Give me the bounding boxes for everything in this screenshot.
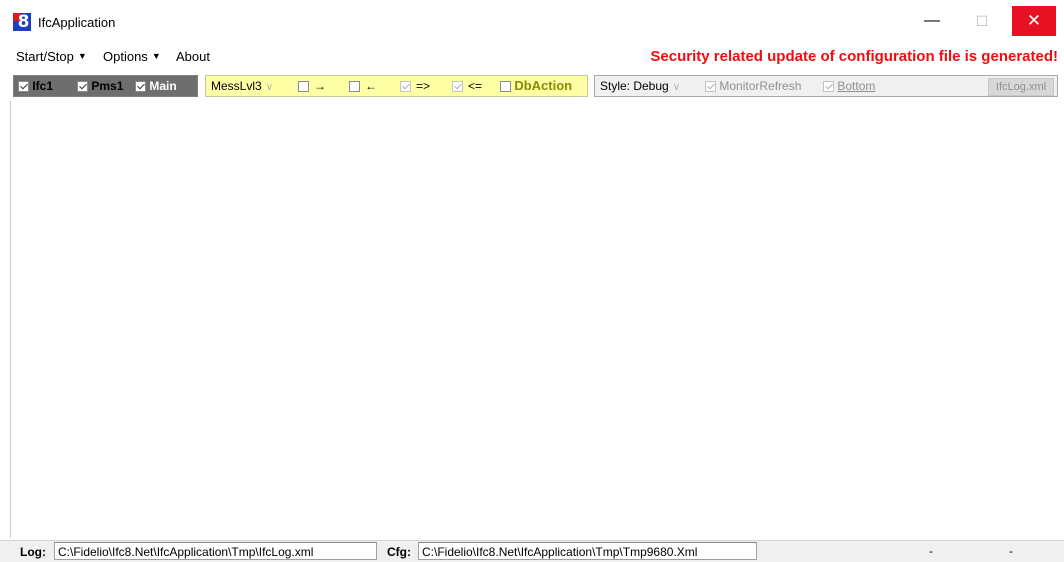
main-label: Main	[149, 79, 177, 93]
main-toggle[interactable]: Main	[135, 76, 177, 96]
dbaction-toggle[interactable]: DbAction	[500, 76, 572, 96]
status-field-3: -	[929, 544, 933, 558]
log-label: Log:	[20, 545, 46, 559]
main-checkbox[interactable]	[135, 81, 146, 92]
dbaction-checkbox[interactable]	[500, 81, 511, 92]
minimize-button[interactable]: —	[914, 6, 950, 36]
pms1-toggle[interactable]: Pms1	[77, 76, 123, 96]
send-label: =>	[416, 79, 431, 93]
bottom-checkbox[interactable]	[823, 81, 834, 92]
cfg-label: Cfg:	[387, 545, 411, 559]
pms1-label: Pms1	[91, 79, 124, 93]
title-bar: 8 IfcApplication — ☐ ✕	[0, 0, 1064, 44]
receive-label: <=	[468, 79, 483, 93]
message-filter-group: MessLvl3 ∨ → ← => <= DbAction	[205, 75, 588, 97]
ifc1-checkbox[interactable]	[18, 81, 29, 92]
menu-start-stop-label: Start/Stop	[16, 49, 74, 64]
log-file-button[interactable]: IfcLog.xml	[988, 78, 1054, 96]
dbaction-label: DbAction	[514, 78, 573, 93]
incoming-checkbox[interactable]	[349, 81, 360, 92]
receive-toggle[interactable]: <=	[452, 76, 482, 96]
monitor-refresh-label: MonitorRefresh	[719, 79, 802, 93]
incoming-toggle[interactable]: ←	[349, 76, 377, 96]
monitor-refresh-checkbox[interactable]	[705, 81, 716, 92]
chevron-down-icon: ∨	[672, 82, 681, 93]
style-select[interactable]: Style: Debug ∨	[600, 76, 680, 96]
interface-filter-group: Ifc1 Pms1 Main	[13, 75, 198, 97]
ifc1-toggle[interactable]: Ifc1	[18, 76, 53, 96]
close-button[interactable]: ✕	[1012, 6, 1056, 36]
send-toggle[interactable]: =>	[400, 76, 430, 96]
toolbar: Ifc1 Pms1 Main MessLvl3 ∨ → ← => <= DbAct…	[0, 75, 1064, 99]
cfg-path-field[interactable]: C:\Fidelio\Ifc8.Net\IfcApplication\Tmp\T…	[418, 542, 757, 560]
send-checkbox[interactable]	[400, 81, 411, 92]
log-output-area[interactable]	[0, 101, 1064, 538]
display-options-group: Style: Debug ∨ MonitorRefresh Bottom IfcL…	[594, 75, 1058, 97]
monitor-refresh-toggle[interactable]: MonitorRefresh	[705, 76, 801, 96]
menu-options-label: Options	[103, 49, 148, 64]
chevron-down-icon: ▼	[151, 51, 161, 61]
chevron-down-icon: ∨	[265, 82, 274, 93]
app-icon[interactable]: 8	[13, 13, 31, 31]
menu-about-label: About	[176, 49, 210, 64]
chevron-down-icon: ▼	[77, 51, 87, 61]
receive-checkbox[interactable]	[452, 81, 463, 92]
pms1-checkbox[interactable]	[77, 81, 88, 92]
incoming-label: ←	[365, 79, 377, 93]
ifc1-label: Ifc1	[32, 79, 54, 93]
log-area-border	[10, 101, 11, 538]
status-field-4: -	[1009, 544, 1013, 558]
security-notice: Security related update of configuration…	[650, 48, 1058, 65]
bottom-label: Bottom	[837, 79, 876, 93]
message-level-value: MessLvl3	[211, 79, 262, 93]
message-level-select[interactable]: MessLvl3 ∨	[211, 76, 273, 96]
outgoing-label: →	[314, 79, 326, 93]
style-value: Style: Debug	[600, 79, 669, 93]
maximize-button[interactable]: ☐	[964, 6, 1000, 36]
window-title: IfcApplication	[38, 15, 116, 30]
bottom-toggle[interactable]: Bottom	[823, 76, 875, 96]
outgoing-toggle[interactable]: →	[298, 76, 326, 96]
app-icon-digit: 8	[17, 12, 30, 32]
log-path-field[interactable]: C:\Fidelio\Ifc8.Net\IfcApplication\Tmp\I…	[54, 542, 377, 560]
status-bar: Log: C:\Fidelio\Ifc8.Net\IfcApplication\…	[0, 540, 1064, 562]
menu-bar: Start/Stop ▼ Options ▼ About Security rela…	[0, 45, 1064, 71]
menu-options[interactable]: Options ▼	[103, 49, 161, 64]
menu-start-stop[interactable]: Start/Stop ▼	[16, 49, 87, 64]
outgoing-checkbox[interactable]	[298, 81, 309, 92]
menu-about[interactable]: About	[176, 49, 210, 64]
